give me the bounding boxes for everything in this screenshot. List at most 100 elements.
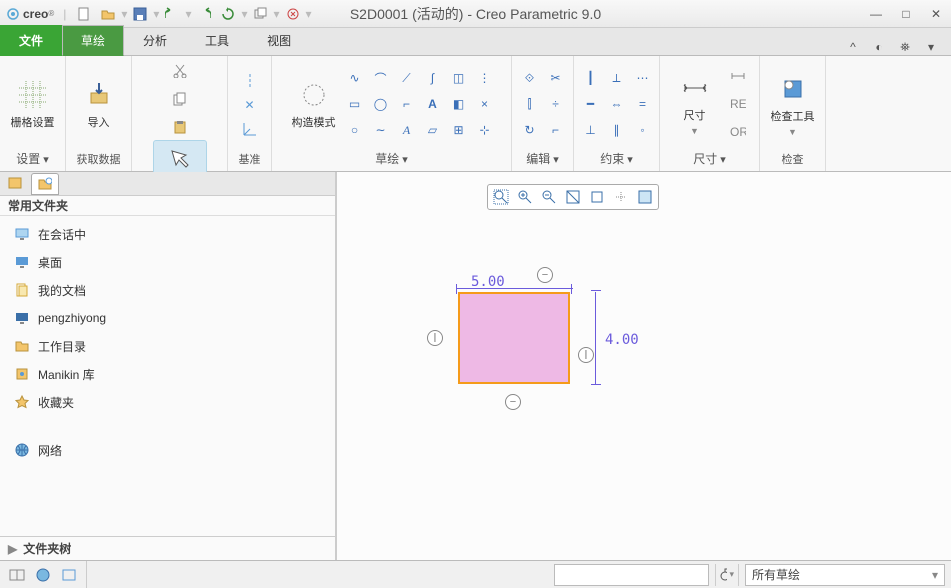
chamfer-icon[interactable]: ⌐ [395, 92, 419, 116]
minimize-button[interactable]: — [861, 2, 891, 26]
close-button[interactable]: ✕ [921, 2, 951, 26]
coord-icon[interactable] [239, 118, 261, 140]
cut-icon[interactable] [169, 60, 191, 82]
folder-item-session[interactable]: 在会话中 [0, 220, 335, 248]
project-icon[interactable]: ▱ [421, 118, 445, 142]
point-icon[interactable]: ✕ [239, 94, 261, 116]
ellipse-icon[interactable]: ◯ [369, 92, 393, 116]
width-dimension[interactable]: 5.00 [471, 274, 505, 290]
horizontal-icon[interactable]: ━ [579, 92, 603, 116]
ribbon-help-icon[interactable]: ◐ [869, 40, 889, 55]
constraint-vertical[interactable]: | [427, 330, 443, 346]
tab-view[interactable]: 视图 [248, 25, 310, 56]
rect-icon[interactable]: ▭ [343, 92, 367, 116]
undo-button[interactable] [161, 3, 183, 25]
status-tree-icon[interactable] [6, 564, 28, 586]
folder-item-manikin[interactable]: Manikin 库 [0, 360, 335, 388]
folder-item-documents[interactable]: 我的文档 [0, 276, 335, 304]
baseline-icon[interactable] [727, 65, 749, 87]
height-dimension[interactable]: 4.00 [605, 332, 639, 348]
constraint-horizontal[interactable]: — [505, 394, 521, 410]
new-button[interactable] [73, 3, 95, 25]
divide-icon[interactable]: ÷ [544, 92, 568, 116]
group-dims-label: 尺寸 [693, 152, 717, 166]
dimension-button[interactable]: 尺寸▼ [668, 67, 722, 141]
tangent-icon[interactable]: ⟂ [605, 66, 629, 90]
status-browser-icon[interactable] [32, 564, 54, 586]
view-manager-icon[interactable] [633, 186, 657, 208]
mid-icon[interactable]: ⋯ [631, 66, 655, 90]
sketch-rectangle[interactable] [458, 292, 570, 384]
redo-button[interactable] [193, 3, 215, 25]
coincident-icon[interactable]: ◦ [631, 118, 655, 142]
copy-icon[interactable] [169, 88, 191, 110]
sidebar-tab-folder-icon[interactable] [31, 173, 59, 195]
sidebar-tab-tree-icon[interactable] [1, 173, 29, 195]
find-button[interactable]: ▾ [715, 564, 739, 586]
constraint-vertical[interactable]: | [578, 347, 594, 363]
maximize-button[interactable]: □ [891, 2, 921, 26]
fillet-icon[interactable]: ⟋ [395, 66, 419, 90]
canvas[interactable]: 5.00 4.00 | | — — [336, 172, 951, 560]
corner-icon[interactable]: ⌐ [544, 118, 568, 142]
folder-item-desktop[interactable]: 桌面 [0, 248, 335, 276]
centerline2-icon[interactable]: ⋮ [473, 66, 497, 90]
find-input[interactable] [554, 564, 709, 586]
palette-icon[interactable]: ⊞ [447, 118, 471, 142]
zoom-in-icon[interactable] [513, 186, 537, 208]
ribbon-collapse-icon[interactable]: ^ [843, 40, 863, 55]
line-icon[interactable]: ∿ [343, 66, 367, 90]
chevron-down-icon[interactable]: ▾ [921, 40, 941, 55]
paste-icon[interactable] [169, 116, 191, 138]
ribbon-settings-icon[interactable]: ⛯ [895, 40, 915, 55]
modify-icon[interactable]: ⟐ [518, 66, 542, 90]
windows-button[interactable] [250, 3, 272, 25]
thicken-icon[interactable]: ◧ [447, 92, 471, 116]
construction-mode-button[interactable]: 构造模式 [287, 74, 341, 135]
centerline-icon[interactable] [239, 70, 261, 92]
tab-analysis[interactable]: 分析 [124, 25, 186, 56]
zoom-out-icon[interactable] [537, 186, 561, 208]
symmetric-icon[interactable]: ⇔ [605, 92, 629, 116]
tab-sketch[interactable]: 草绘 [62, 25, 124, 56]
repaint-icon[interactable] [561, 186, 585, 208]
rotate-icon[interactable]: ↻ [518, 118, 542, 142]
circle-icon[interactable]: ○ [343, 118, 367, 142]
trim-icon[interactable]: ✂ [544, 66, 568, 90]
tab-file[interactable]: 文件 [0, 25, 62, 56]
vertical-icon[interactable]: ┃ [579, 66, 603, 90]
text2-icon[interactable]: A [395, 118, 419, 142]
import-button[interactable]: 导入 [72, 74, 126, 135]
display-icon[interactable] [585, 186, 609, 208]
parallel-icon[interactable]: ∥ [605, 118, 629, 142]
sidebar-footer[interactable]: ▶文件夹树 [0, 536, 335, 560]
equal-icon[interactable]: = [631, 92, 655, 116]
selection-filter[interactable]: 所有草绘▾ [745, 564, 945, 586]
perpendicular-icon[interactable]: ⊥ [579, 118, 603, 142]
slot-icon[interactable]: ∼ [369, 118, 393, 142]
point2-icon[interactable]: × [473, 92, 497, 116]
constraint-horizontal[interactable]: — [537, 267, 553, 283]
folder-item-working[interactable]: 工作目录 [0, 332, 335, 360]
grid-settings-button[interactable]: 栅格设置 [6, 74, 60, 135]
folder-item-user[interactable]: pengzhiyong [0, 304, 335, 332]
datum-display-icon[interactable] [609, 186, 633, 208]
spline-icon[interactable]: ∫ [421, 66, 445, 90]
close-doc-button[interactable] [282, 3, 304, 25]
ref-dim-icon[interactable]: REF [727, 93, 749, 115]
text-icon[interactable]: A [421, 92, 445, 116]
tab-tools[interactable]: 工具 [186, 25, 248, 56]
folder-item-network[interactable]: 网络 [0, 436, 335, 464]
save-button[interactable] [129, 3, 151, 25]
coord2-icon[interactable]: ⊹ [473, 118, 497, 142]
regenerate-button[interactable] [217, 3, 239, 25]
ord-dim-icon[interactable]: ORD [727, 121, 749, 143]
offset-icon[interactable]: ◫ [447, 66, 471, 90]
zoom-fit-icon[interactable] [489, 186, 513, 208]
status-window-icon[interactable] [58, 564, 80, 586]
folder-item-favorites[interactable]: 收藏夹 [0, 388, 335, 416]
arc-icon[interactable]: ⌒ [369, 66, 393, 90]
open-button[interactable] [97, 3, 119, 25]
mirror-icon[interactable]: ⫿ [518, 92, 542, 116]
inspect-button[interactable]: 检查工具▼ [766, 68, 820, 142]
